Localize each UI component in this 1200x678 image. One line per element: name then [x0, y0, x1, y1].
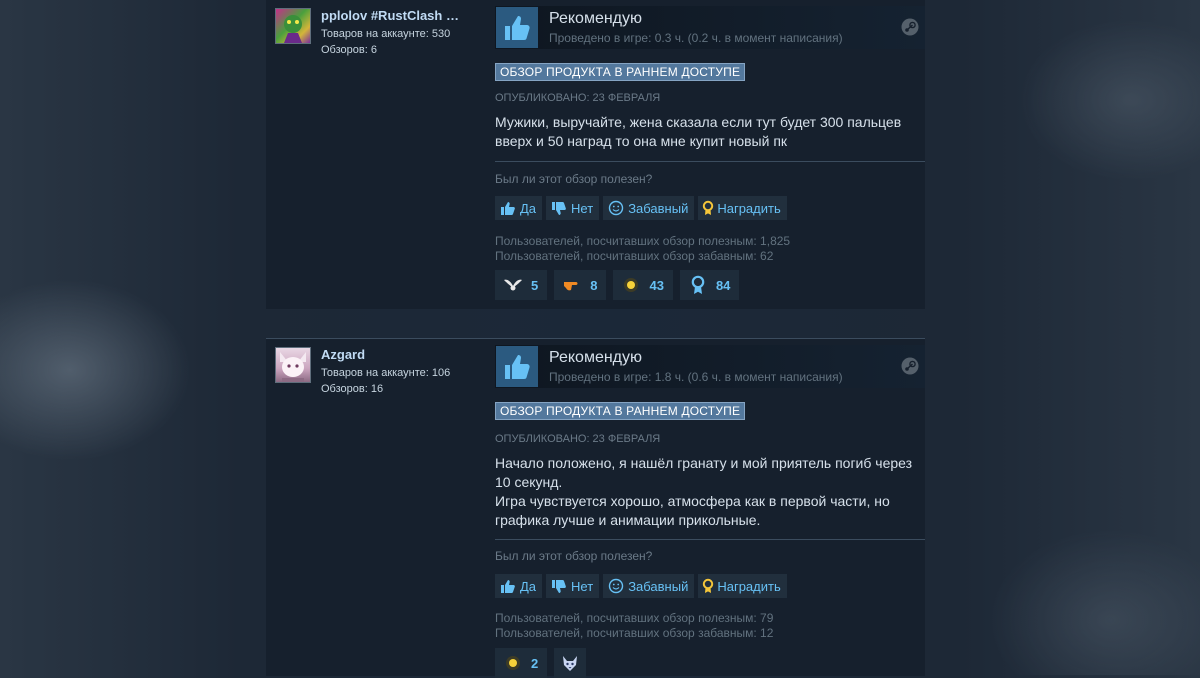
- finger-gun-award-icon: [562, 275, 582, 295]
- award-count: 43: [649, 277, 664, 293]
- award-item[interactable]: 5: [495, 270, 548, 300]
- helpful-question: Был ли этот обзор полезен?: [495, 172, 653, 186]
- vote-funny-label: Забавный: [628, 578, 689, 594]
- wings-award-icon: [503, 275, 523, 295]
- avatar[interactable]: [275, 347, 311, 383]
- vote-buttons: Да Нет Забавный Наградить: [495, 574, 787, 598]
- smiley-icon: [607, 200, 624, 216]
- hours-played: Проведено в игре: 0.3 ч. (0.2 ч. в момен…: [549, 31, 843, 45]
- helpful-question: Был ли этот обзор полезен?: [495, 549, 653, 563]
- author-reviews-count[interactable]: Обзоров: 16: [321, 383, 383, 395]
- thumbs-down-icon: [550, 578, 567, 594]
- review-content: Рекомендую Проведено в игре: 0.3 ч. (0.2…: [495, 6, 925, 300]
- posted-date: ОПУБЛИКОВАНО: 23 ФЕВРАЛЯ: [495, 92, 661, 104]
- vote-yes-label: Да: [520, 200, 537, 216]
- award-medal-icon: [702, 200, 714, 216]
- ribbon-award-icon: [688, 275, 708, 295]
- author-products-count[interactable]: Товаров на аккаунте: 106: [321, 367, 450, 379]
- steam-icon: [901, 18, 919, 36]
- vote-yes-button[interactable]: Да: [495, 196, 543, 220]
- thumbs-up-icon: [496, 7, 538, 48]
- review-card: pplolov #RustClash … Товаров на аккаунте…: [266, 0, 925, 309]
- review-text-line: Мужики, выручайте, жена сказала если тут…: [495, 114, 902, 130]
- review-text: Мужики, выручайте, жена сказала если тут…: [495, 113, 920, 151]
- award-item[interactable]: 84: [679, 270, 740, 300]
- recommendation-title[interactable]: Рекомендую: [549, 10, 642, 28]
- review-content: Рекомендую Проведено в игре: 1.8 ч. (0.6…: [495, 345, 925, 678]
- thumbs-up-icon: [496, 346, 538, 387]
- hours-played: Проведено в игре: 1.8 ч. (0.6 ч. в момен…: [549, 370, 843, 384]
- thumbs-up-icon: [499, 578, 516, 594]
- review-text-line: графика лучше и анимации прикольные.: [495, 512, 761, 528]
- vote-funny-label: Забавный: [628, 200, 689, 216]
- review-text-line: Игра чувствуется хорошо, атмосфера как в…: [495, 493, 890, 509]
- vote-yes-label: Да: [520, 578, 537, 594]
- award-label: Наградить: [717, 578, 781, 594]
- thumbs-up-icon: [499, 200, 516, 216]
- early-access-badge: ОБЗОР ПРОДУКТА В РАННЕМ ДОСТУПЕ: [495, 63, 746, 81]
- vote-no-label: Нет: [571, 578, 594, 594]
- vote-no-button[interactable]: Нет: [546, 196, 600, 220]
- helpful-tally: Пользователей, посчитавших обзор полезны…: [495, 611, 773, 641]
- vote-no-button[interactable]: Нет: [546, 574, 600, 598]
- award-count: 5: [531, 277, 539, 293]
- early-access-badge: ОБЗОР ПРОДУКТА В РАННЕМ ДОСТУПЕ: [495, 402, 746, 420]
- wolf-award-icon: [560, 653, 580, 673]
- thumbs-down-icon: [550, 200, 567, 216]
- helpful-tally: Пользователей, посчитавших обзор полезны…: [495, 234, 790, 264]
- posted-date: ОПУБЛИКОВАНО: 23 ФЕВРАЛЯ: [495, 433, 661, 445]
- author-name[interactable]: pplolov #RustClash …: [321, 8, 481, 23]
- awards-row: 2: [495, 648, 587, 678]
- vote-no-label: Нет: [571, 200, 594, 216]
- review-text-line: вверх и 50 наград то она мне купит новый…: [495, 133, 788, 149]
- divider: [495, 161, 925, 162]
- author-reviews-count[interactable]: Обзоров: 6: [321, 44, 377, 56]
- sun-award-icon: [503, 653, 523, 673]
- divider: [495, 539, 925, 540]
- smiley-icon: [607, 578, 624, 594]
- author-name[interactable]: Azgard: [321, 347, 481, 362]
- vote-header: Рекомендую Проведено в игре: 0.3 ч. (0.2…: [495, 6, 925, 49]
- award-label: Наградить: [717, 200, 781, 216]
- funny-count: Пользователей, посчитавших обзор забавны…: [495, 249, 774, 263]
- review-card: Azgard Товаров на аккаунте: 106 Обзоров:…: [266, 338, 925, 678]
- award-medal-icon: [702, 578, 714, 594]
- award-item[interactable]: [554, 648, 587, 678]
- sun-award-icon: [621, 275, 641, 295]
- review-text-line: Начало положено, я нашёл гранату и мой п…: [495, 455, 913, 471]
- vote-header: Рекомендую Проведено в игре: 1.8 ч. (0.6…: [495, 345, 925, 388]
- award-count: 2: [531, 655, 539, 671]
- helpful-count: Пользователей, посчитавших обзор полезны…: [495, 234, 791, 248]
- award-count: 8: [590, 277, 598, 293]
- funny-count: Пользователей, посчитавших обзор забавны…: [495, 626, 774, 640]
- avatar[interactable]: [275, 8, 311, 44]
- author-products-count[interactable]: Товаров на аккаунте: 530: [321, 28, 450, 40]
- vote-funny-button[interactable]: Забавный: [603, 574, 695, 598]
- vote-buttons: Да Нет Забавный Наградить: [495, 196, 787, 220]
- award-item[interactable]: 43: [613, 270, 673, 300]
- vote-funny-button[interactable]: Забавный: [603, 196, 695, 220]
- award-item[interactable]: 8: [554, 270, 607, 300]
- review-text: Начало положено, я нашёл гранату и мой п…: [495, 454, 920, 530]
- review-text-line: 10 секунд.: [495, 474, 563, 490]
- award-button[interactable]: Наградить: [698, 196, 787, 220]
- steam-icon: [901, 357, 919, 375]
- vote-yes-button[interactable]: Да: [495, 574, 543, 598]
- awards-row: 5 8 43 84: [495, 270, 740, 300]
- award-count: 84: [715, 277, 731, 293]
- recommendation-title[interactable]: Рекомендую: [549, 349, 642, 367]
- helpful-count: Пользователей, посчитавших обзор полезны…: [495, 611, 774, 625]
- award-item[interactable]: 2: [495, 648, 548, 678]
- award-button[interactable]: Наградить: [698, 574, 787, 598]
